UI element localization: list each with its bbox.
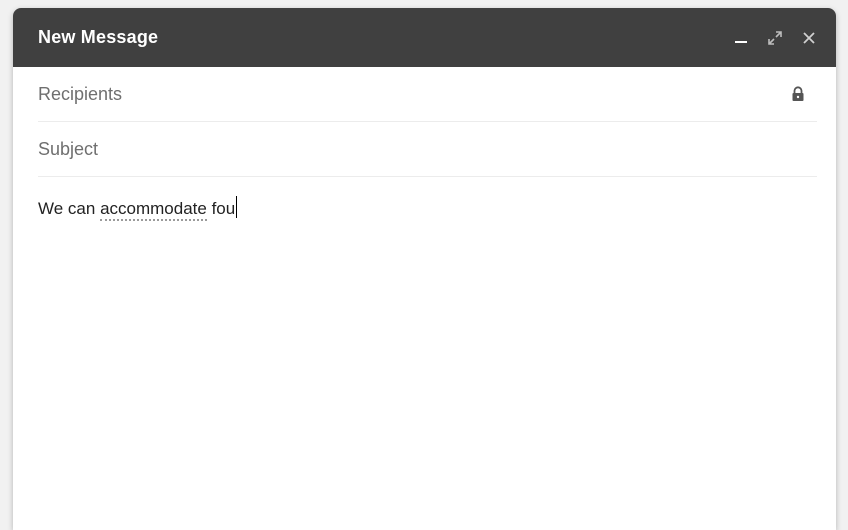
recipients-row [38,67,817,122]
lock-icon [787,83,809,105]
subject-row [38,122,817,177]
compose-window: New Message Recipients Subject We can ac… [13,8,836,530]
close-button[interactable] [798,27,820,49]
minimize-button[interactable] [730,27,752,49]
misspelled-word[interactable]: accommodate [100,199,207,221]
recipients-input[interactable] [38,83,787,105]
minimize-icon [735,40,747,43]
message-body[interactable]: We can accommodate fou [13,177,836,238]
expand-button[interactable] [764,27,786,49]
text-cursor [236,196,238,218]
body-text-after: fou [206,199,236,218]
expand-icon [768,30,782,45]
compose-title: New Message [38,27,159,47]
subject-input[interactable] [38,138,817,160]
compose-titlebar[interactable]: New Message [13,8,836,67]
body-text-before: We can [38,199,101,218]
close-icon [803,31,815,44]
